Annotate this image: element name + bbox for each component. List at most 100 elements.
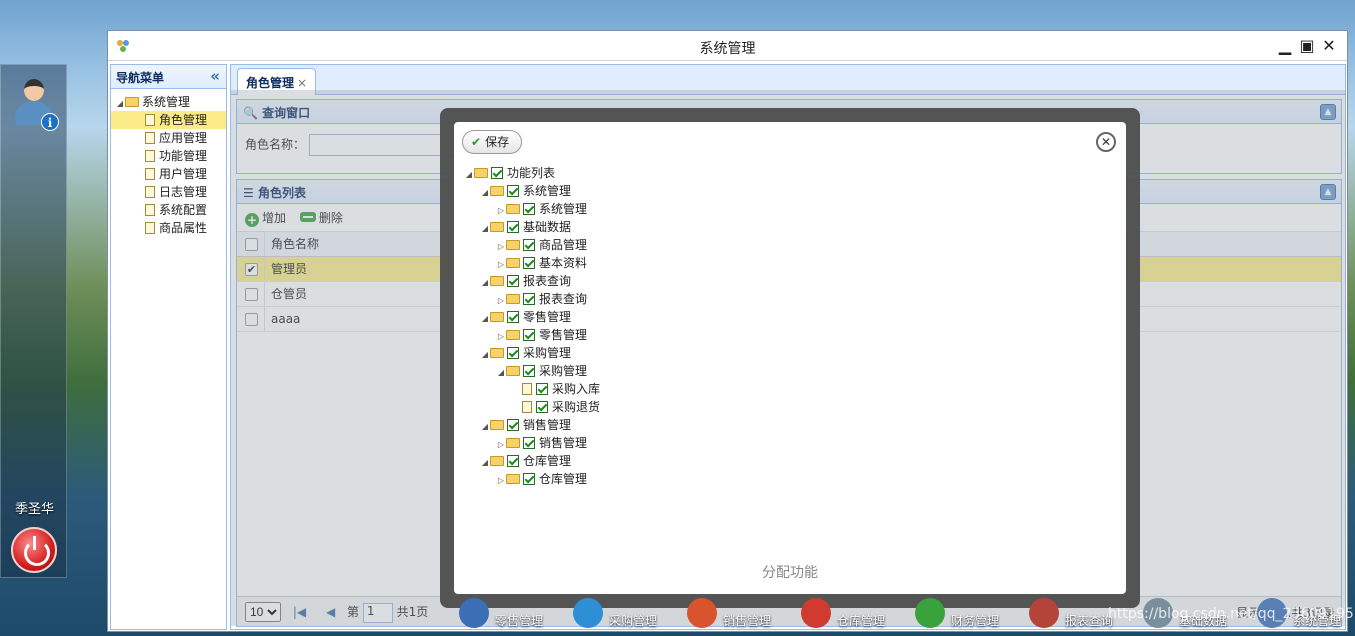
- taskbar-item[interactable]: 零售管理: [455, 598, 569, 636]
- tree-checkbox[interactable]: [536, 401, 548, 413]
- tree-node[interactable]: ◢ 基础数据: [464, 218, 600, 236]
- taskbar-item[interactable]: 销售管理: [683, 598, 797, 636]
- tab-close-icon[interactable]: ×: [297, 76, 307, 90]
- tree-node[interactable]: ▷ 系统管理: [464, 200, 600, 218]
- expand-icon[interactable]: ◢: [480, 418, 490, 436]
- tree-node-label: 零售管理: [523, 310, 572, 324]
- user-avatar-icon[interactable]: i: [13, 79, 59, 131]
- tree-node[interactable]: ◢ 系统管理: [464, 182, 600, 200]
- power-icon[interactable]: [11, 527, 57, 573]
- taskbar-label: 销售管理: [723, 614, 772, 628]
- file-icon: [145, 222, 155, 234]
- tree-checkbox[interactable]: [523, 203, 535, 215]
- nav-item-label: 用户管理: [159, 167, 208, 181]
- save-button[interactable]: ✔ 保存: [462, 130, 523, 154]
- nav-root[interactable]: ◢ 系统管理: [111, 93, 226, 111]
- tree-node[interactable]: ▷ 仓库管理: [464, 470, 600, 488]
- tree-node[interactable]: ▷ 零售管理: [464, 326, 600, 344]
- taskbar-item[interactable]: 仓库管理: [797, 598, 911, 636]
- folder-icon: [506, 258, 520, 268]
- expand-icon[interactable]: ◢: [496, 364, 506, 382]
- folder-icon: [490, 222, 504, 232]
- tree-checkbox[interactable]: [536, 383, 548, 395]
- folder-icon: [490, 312, 504, 322]
- tree-node[interactable]: ◢ 采购管理: [464, 362, 600, 380]
- nav-item-role[interactable]: 角色管理: [111, 111, 226, 129]
- folder-icon: [506, 366, 520, 376]
- tree-checkbox[interactable]: [507, 185, 519, 197]
- tree-checkbox[interactable]: [523, 257, 535, 269]
- nav-item-label: 日志管理: [159, 185, 208, 199]
- tree-node[interactable]: ◢ 零售管理: [464, 308, 600, 326]
- window-titlebar[interactable]: 系统管理 ▁ ▣ ✕: [108, 31, 1347, 61]
- tree-node-label: 销售管理: [539, 436, 588, 450]
- tree-node-label: 采购管理: [539, 364, 588, 378]
- tree-checkbox[interactable]: [507, 455, 519, 467]
- tree-checkbox[interactable]: [523, 293, 535, 305]
- tree-checkbox[interactable]: [507, 419, 519, 431]
- nav-item-function[interactable]: 功能管理: [111, 147, 226, 165]
- expand-icon[interactable]: ▷: [496, 472, 506, 490]
- expand-icon[interactable]: ◢: [480, 184, 490, 202]
- tree-checkbox[interactable]: [491, 167, 503, 179]
- tree-node[interactable]: ◢ 销售管理: [464, 416, 600, 434]
- window-title: 系统管理: [699, 41, 756, 57]
- tree-node[interactable]: 采购入库: [464, 380, 600, 398]
- close-icon[interactable]: ✕: [1319, 36, 1339, 55]
- nav-item-label: 功能管理: [159, 149, 208, 163]
- collapse-icon[interactable]: «: [210, 67, 220, 85]
- minimize-icon[interactable]: ▁: [1275, 36, 1295, 55]
- file-icon: [522, 383, 532, 395]
- taskbar-item[interactable]: 采购管理: [569, 598, 683, 636]
- expand-icon[interactable]: ◢: [480, 274, 490, 292]
- taskbar-label: 零售管理: [495, 614, 544, 628]
- tree-node[interactable]: ▷ 报表查询: [464, 290, 600, 308]
- cart-icon: [459, 598, 489, 628]
- maximize-icon[interactable]: ▣: [1297, 36, 1317, 55]
- tree-checkbox[interactable]: [523, 239, 535, 251]
- expand-icon[interactable]: ◢: [480, 310, 490, 328]
- folder-icon: [506, 474, 520, 484]
- tree-checkbox[interactable]: [523, 437, 535, 449]
- expand-icon[interactable]: ◢: [480, 220, 490, 238]
- tree-node[interactable]: ▷ 销售管理: [464, 434, 600, 452]
- tree-node-label: 系统管理: [539, 202, 588, 216]
- folder-icon: [490, 186, 504, 196]
- tree-checkbox[interactable]: [523, 473, 535, 485]
- tree-checkbox[interactable]: [507, 347, 519, 359]
- tree-node-label: 仓库管理: [539, 472, 588, 486]
- save-label: 保存: [485, 135, 510, 149]
- nav-root-label: 系统管理: [142, 95, 191, 109]
- expand-icon[interactable]: ◢: [464, 166, 474, 184]
- tree-checkbox[interactable]: [523, 365, 535, 377]
- taskbar-item[interactable]: 财务管理: [911, 598, 1025, 636]
- tree-node[interactable]: ◢ 采购管理: [464, 344, 600, 362]
- nav-item-label: 应用管理: [159, 131, 208, 145]
- tree-node[interactable]: ◢ 功能列表: [464, 164, 600, 182]
- tree-node[interactable]: ▷ 基本资料: [464, 254, 600, 272]
- dialog-close-icon[interactable]: ✕: [1096, 132, 1116, 152]
- tree-checkbox[interactable]: [507, 311, 519, 323]
- tree-checkbox[interactable]: [523, 329, 535, 341]
- tree-node[interactable]: 采购退货: [464, 398, 600, 416]
- nav-item-config[interactable]: 系统配置: [111, 201, 226, 219]
- taskbar-label: 报表查询: [1065, 614, 1114, 628]
- buy-now-icon: [573, 598, 603, 628]
- tree-node[interactable]: ▷ 商品管理: [464, 236, 600, 254]
- expand-icon[interactable]: ◢: [480, 346, 490, 364]
- nav-title: 导航菜单: [116, 71, 165, 85]
- nav-item-app[interactable]: 应用管理: [111, 129, 226, 147]
- folder-icon: [125, 97, 139, 107]
- nav-item-user[interactable]: 用户管理: [111, 165, 226, 183]
- boxes-icon: [801, 598, 831, 628]
- expand-icon[interactable]: ◢: [480, 454, 490, 472]
- tree-node[interactable]: ◢ 报表查询: [464, 272, 600, 290]
- tree-checkbox[interactable]: [507, 221, 519, 233]
- folder-icon: [506, 204, 520, 214]
- tree-node[interactable]: ◢ 仓库管理: [464, 452, 600, 470]
- folder-icon: [490, 276, 504, 286]
- tree-checkbox[interactable]: [507, 275, 519, 287]
- tree-node-label: 系统管理: [523, 184, 572, 198]
- nav-item-product-attr[interactable]: 商品属性: [111, 219, 226, 237]
- nav-item-log[interactable]: 日志管理: [111, 183, 226, 201]
